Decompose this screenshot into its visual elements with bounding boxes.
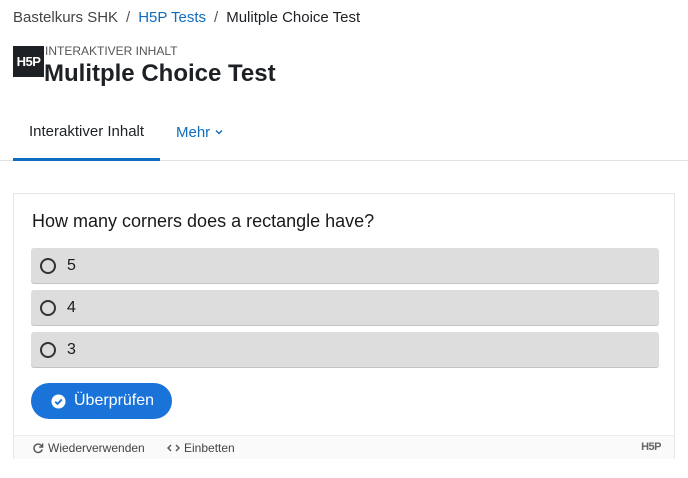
answer-option[interactable]: 3 [31,332,659,367]
breadcrumb-item-current: Mulitple Choice Test [226,9,361,26]
breadcrumb-separator: / [126,9,131,26]
h5p-content-frame: How many corners does a rectangle have? … [13,193,675,459]
check-circle-icon [51,393,66,409]
answer-label: 5 [67,256,76,274]
tab-interactive-content[interactable]: Interaktiver Inhalt [13,104,160,161]
embed-label: Einbetten [184,441,235,455]
h5p-footer: Wiederverwenden Einbetten H5P [14,435,674,459]
radio-icon [40,341,56,358]
reuse-label: Wiederverwenden [48,441,145,455]
refresh-icon [33,443,44,454]
question-text: How many corners does a rectangle have? [32,211,375,231]
h5p-logo-icon[interactable]: H5P [641,441,661,453]
breadcrumb: Bastelkurs SHK / H5P Tests / Mulitple Choice… [13,9,360,26]
answer-option[interactable]: 5 [31,248,659,283]
check-button[interactable]: Überprüfen [31,383,172,419]
code-icon [167,444,180,452]
radio-icon [40,257,56,274]
radio-icon [40,299,56,316]
module-type-label: INTERAKTIVER INHALT [45,44,178,58]
tab-label: Mehr [176,123,211,141]
breadcrumb-item-course[interactable]: Bastelkurs SHK [13,9,118,26]
answer-label: 4 [67,298,76,316]
answer-option[interactable]: 4 [31,290,659,325]
tab-more-dropdown[interactable]: Mehr [176,104,224,160]
tab-label: Interaktiver Inhalt [29,122,145,140]
embed-button[interactable]: Einbetten [167,441,235,455]
h5p-logo-icon: H5P [13,46,44,77]
answer-label: 3 [67,340,76,358]
check-button-label: Überprüfen [74,392,155,409]
breadcrumb-separator: / [214,9,219,26]
breadcrumb-item-section[interactable]: H5P Tests [138,9,206,26]
answer-list: 5 4 3 [31,248,659,374]
secondary-navigation: Interaktiver Inhalt Mehr [0,104,688,161]
chevron-down-icon [215,130,223,135]
reuse-button[interactable]: Wiederverwenden [32,441,145,455]
page-title: Mulitple Choice Test [44,60,276,87]
